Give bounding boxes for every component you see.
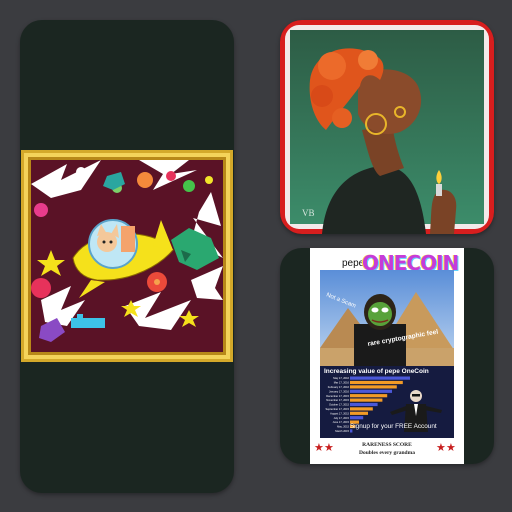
chart-bar bbox=[350, 411, 368, 415]
chart-category-label: July 17, 2015 bbox=[334, 416, 350, 420]
chart-bar bbox=[350, 376, 410, 380]
chart-category-label: August 17, 2015 bbox=[330, 411, 349, 415]
chart-category-label: October 17, 2015 bbox=[329, 403, 350, 407]
chart-bar bbox=[350, 402, 378, 407]
chart-category-label: March 2015 bbox=[335, 429, 349, 433]
woman-portrait-artwork[interactable]: VB bbox=[280, 20, 494, 234]
card-header: pepe ONECOIN bbox=[310, 248, 464, 275]
lighter bbox=[436, 184, 442, 196]
chart-category-label: November 17, 2015 bbox=[326, 398, 349, 402]
chart-bar bbox=[350, 394, 388, 398]
chart-bar bbox=[350, 407, 373, 411]
value-chart: Increasing value of pepe OneCoin May 17,… bbox=[320, 366, 454, 438]
rarity-label: RARENESS SCORE bbox=[362, 442, 412, 448]
artist-signature: VB bbox=[302, 208, 315, 218]
chart-category-label: Mar 17, 2016 bbox=[334, 381, 350, 385]
pepe-onecoin-card[interactable]: pepe ONECOIN Not a Scam rare cryptograph… bbox=[310, 248, 464, 464]
chart-category-label: February 17, 2016 bbox=[328, 385, 350, 389]
pepe-pyramid-photo: Not a Scam rare cryptographic feel bbox=[320, 270, 454, 366]
chart-category-label: May, 2015 bbox=[337, 425, 349, 429]
portrait-card[interactable]: VB bbox=[280, 20, 494, 234]
pepe-card[interactable]: pepe ONECOIN Not a Scam rare cryptograph… bbox=[280, 248, 494, 464]
pepe-label: pepe bbox=[342, 258, 365, 269]
chart-bar bbox=[350, 416, 364, 420]
planet-orange bbox=[137, 172, 153, 188]
signup-text[interactable]: Signup for your FREE Account bbox=[350, 423, 437, 430]
rarity-value: Doubles every grandma bbox=[359, 450, 415, 456]
chart-bar bbox=[350, 398, 383, 402]
space-cat-artwork[interactable] bbox=[21, 150, 233, 362]
space-cat-card[interactable] bbox=[20, 20, 234, 493]
chart-category-label: September 17, 2015 bbox=[325, 407, 349, 411]
chart-category-label: January 17, 2016 bbox=[329, 389, 350, 393]
rarity-footer: ★ ★ ★ ★ RARENESS SCORE Doubles every gra… bbox=[310, 438, 464, 464]
chart-category-label: May 17, 2016 bbox=[333, 376, 349, 380]
chart-bar bbox=[350, 380, 403, 385]
planet-pink bbox=[34, 203, 48, 217]
cat-hand-waving bbox=[121, 226, 135, 252]
chart-category-label: December 17, 2015 bbox=[326, 394, 349, 398]
chart-category-label: June 17, 2015 bbox=[333, 420, 350, 424]
